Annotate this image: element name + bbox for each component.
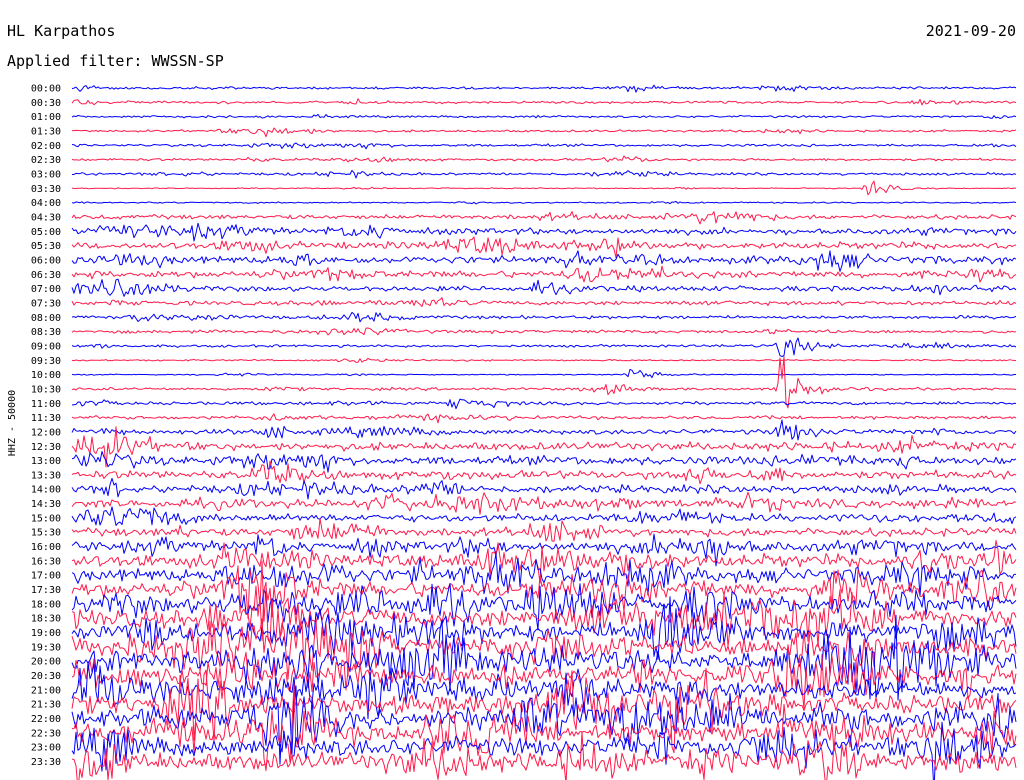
trace-06:00	[71, 250, 1017, 272]
time-label: 01:30	[31, 126, 61, 137]
time-label: 02:00	[31, 141, 61, 152]
trace-14:30	[71, 491, 1017, 515]
time-label: 12:00	[31, 427, 61, 438]
time-label: 22:30	[31, 728, 61, 739]
time-label: 11:00	[31, 399, 61, 410]
time-label: 20:00	[31, 657, 61, 668]
time-label: 23:00	[31, 743, 61, 754]
time-label: 04:30	[31, 212, 61, 223]
time-label: 17:00	[31, 571, 61, 582]
trace-13:00	[71, 451, 1017, 473]
trace-11:00	[71, 398, 1017, 410]
time-label: 14:30	[31, 499, 61, 510]
time-label: 05:00	[31, 227, 61, 238]
trace-04:30	[71, 211, 1017, 225]
trace-15:00	[71, 506, 1017, 526]
time-label: 19:00	[31, 628, 61, 639]
time-label: 16:00	[31, 542, 61, 553]
trace-15:30	[71, 517, 1017, 542]
trace-17:00	[71, 552, 1016, 597]
trace-03:00	[72, 169, 1017, 179]
time-label: 23:30	[31, 757, 61, 768]
trace-09:30	[71, 357, 1017, 363]
trace-01:30	[71, 127, 1017, 138]
trace-08:00	[71, 311, 1017, 323]
trace-08:30	[71, 327, 1017, 336]
trace-14:00	[71, 477, 1017, 500]
trace-10:00	[71, 368, 1016, 379]
time-label: 03:30	[31, 184, 61, 195]
trace-07:00	[71, 278, 1017, 297]
time-label: 08:30	[31, 327, 61, 338]
time-label: 17:30	[31, 585, 61, 596]
time-label: 15:00	[31, 513, 61, 524]
trace-11:30	[71, 413, 1017, 424]
trace-12:00	[71, 419, 1017, 441]
time-label: 02:30	[31, 155, 61, 166]
time-label: 03:00	[31, 169, 61, 180]
time-label: 06:30	[31, 270, 61, 281]
trace-04:00	[71, 200, 1017, 205]
trace-01:00	[71, 113, 1017, 119]
trace-05:30	[71, 236, 1017, 259]
time-label: 06:00	[31, 255, 61, 266]
time-label: 04:00	[31, 198, 61, 209]
time-label: 21:00	[31, 685, 61, 696]
trace-07:30	[71, 297, 1017, 307]
trace-02:30	[71, 155, 1017, 163]
time-label: 19:30	[31, 642, 61, 653]
time-label: 05:30	[31, 241, 61, 252]
time-label: 18:00	[31, 599, 61, 610]
time-label: 09:00	[31, 341, 61, 352]
trace-group	[71, 84, 1017, 780]
trace-09:00	[71, 337, 1017, 358]
trace-22:00	[71, 685, 1017, 765]
time-label: 08:00	[31, 313, 61, 324]
time-label: 12:30	[31, 442, 61, 453]
time-label: 20:30	[31, 671, 61, 682]
time-label: 14:00	[31, 485, 61, 496]
time-label-group: 00:00 00:30 01:00 01:30 02:00 02:30 03:00 03:30…	[31, 84, 61, 769]
time-label: 10:00	[31, 370, 61, 381]
trace-00:00	[71, 84, 1017, 93]
trace-00:30	[71, 98, 1017, 106]
trace-10:30	[71, 356, 1017, 409]
helicorder-plot: 00:00 00:30 01:00 01:30 02:00 02:30 03:00 03:30…	[31, 84, 1017, 780]
time-label: 00:00	[31, 84, 61, 95]
time-label: 21:30	[31, 700, 61, 711]
trace-05:00	[71, 222, 1017, 242]
trace-06:30	[71, 265, 1017, 283]
trace-12:30	[71, 426, 1017, 468]
time-label: 13:00	[31, 456, 61, 467]
time-label: 18:30	[31, 614, 61, 625]
time-label: 13:30	[31, 470, 61, 481]
time-label: 07:30	[31, 298, 61, 309]
trace-16:00	[71, 533, 1017, 567]
trace-03:30	[71, 180, 1017, 196]
time-label: 00:30	[31, 98, 61, 109]
trace-22:30	[72, 683, 1017, 772]
time-label: 15:30	[31, 528, 61, 539]
time-label: 11:30	[31, 413, 61, 424]
time-label: 01:00	[31, 112, 61, 123]
time-label: 10:30	[31, 384, 61, 395]
trace-02:00	[71, 142, 1017, 150]
time-label: 22:00	[31, 714, 61, 725]
time-label: 09:30	[31, 356, 61, 367]
time-label: 16:30	[31, 556, 61, 567]
time-label: 07:00	[31, 284, 61, 295]
